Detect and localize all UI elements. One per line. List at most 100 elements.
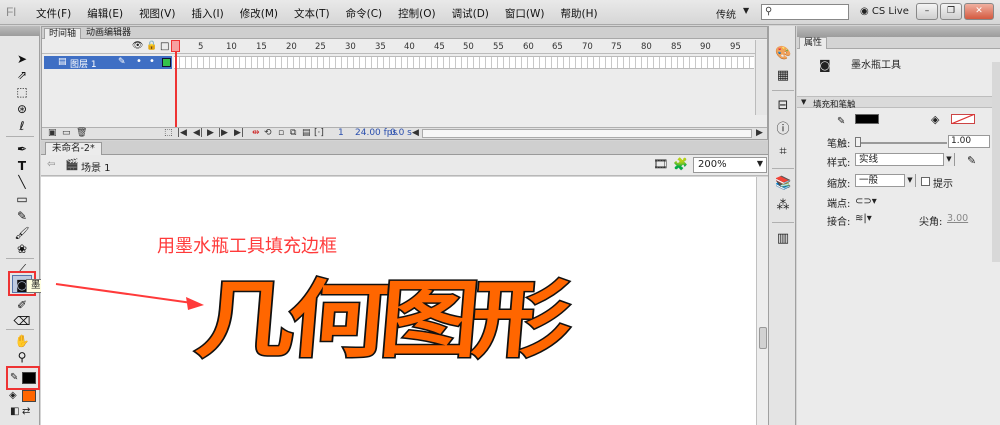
step-back-icon[interactable]: ◀| bbox=[193, 128, 203, 138]
stroke-style-dropdown[interactable]: 实线 ▼ bbox=[855, 153, 955, 166]
tab-properties[interactable]: 属性 bbox=[799, 37, 828, 49]
scroll-left-icon[interactable]: ◀ bbox=[412, 128, 419, 138]
outline-icon[interactable]: □ bbox=[160, 41, 169, 52]
pencil-tool-icon[interactable]: ✎ bbox=[12, 207, 32, 225]
go-to-first-frame-icon[interactable]: |◀ bbox=[177, 128, 187, 138]
edit-symbols-icon[interactable]: 🧩 bbox=[673, 157, 688, 171]
back-arrow-icon[interactable]: ⇦ bbox=[47, 159, 55, 170]
go-to-last-frame-icon[interactable]: ▶| bbox=[234, 128, 244, 138]
hint-checkbox[interactable] bbox=[921, 177, 930, 186]
menu-help[interactable]: 帮助(H) bbox=[560, 6, 597, 21]
loop-icon[interactable]: ⟲ bbox=[264, 128, 272, 138]
edit-stroke-style-icon[interactable]: ✎ bbox=[967, 154, 976, 167]
stage-scroll-thumb[interactable] bbox=[759, 327, 767, 349]
properties-tab-bar: 属性 bbox=[797, 37, 1000, 49]
menu-window[interactable]: 窗口(W) bbox=[505, 6, 545, 21]
menu-text[interactable]: 文本(T) bbox=[294, 6, 330, 21]
scale-dropdown[interactable]: 一般 ▼ bbox=[855, 174, 916, 187]
info-icon[interactable]: ⓘ bbox=[775, 122, 791, 138]
color-palette-icon[interactable]: 🎨 bbox=[775, 46, 791, 62]
stroke-size-slider-handle[interactable] bbox=[855, 137, 861, 147]
stage-vertical-scrollbar[interactable] bbox=[756, 177, 768, 425]
3d-rotation-tool-icon[interactable]: ⊛ bbox=[12, 100, 32, 118]
lock-icon[interactable]: 🔒 bbox=[146, 41, 157, 51]
eraser-tool-icon[interactable]: ⌫ bbox=[12, 312, 32, 330]
minimize-button[interactable]: – bbox=[916, 3, 938, 20]
edit-multiple-frames-icon[interactable]: ▤ bbox=[302, 128, 311, 138]
layer-outline-color[interactable] bbox=[162, 58, 171, 67]
onion-skin-outlines-icon[interactable]: ⧉ bbox=[290, 128, 296, 138]
tab-timeline[interactable]: 时间轴 bbox=[44, 28, 82, 39]
timeline-vertical-scrollbar[interactable] bbox=[755, 40, 767, 115]
pen-tool-icon[interactable]: ✒ bbox=[12, 140, 32, 158]
zoom-tool-icon[interactable]: ⚲ bbox=[12, 348, 32, 366]
edit-scene-icon[interactable]: 🎞 bbox=[653, 157, 668, 171]
onion-skin-icon[interactable]: ▫ bbox=[278, 128, 284, 138]
playhead-handle[interactable] bbox=[171, 40, 180, 52]
menu-modify[interactable]: 修改(M) bbox=[240, 6, 278, 21]
cs-live-button[interactable]: ◉ CS Live bbox=[860, 6, 909, 17]
current-frame-value[interactable]: 1 bbox=[338, 128, 344, 138]
default-colors-icon[interactable]: ◧ bbox=[10, 406, 19, 417]
cap-style-dropdown[interactable]: ⊂⊃▾ bbox=[855, 196, 877, 207]
properties-scrollbar[interactable] bbox=[992, 62, 1000, 262]
scroll-to-playhead-icon[interactable]: ⬚ bbox=[164, 128, 173, 138]
layer-row[interactable]: ▤ 图层 1 ✎ • • bbox=[44, 56, 172, 70]
play-icon[interactable]: ▶ bbox=[207, 128, 214, 138]
timeline-horizontal-scrollbar[interactable] bbox=[422, 129, 752, 138]
scale-value: 一般 bbox=[859, 175, 879, 186]
menu-insert[interactable]: 插入(I) bbox=[191, 6, 223, 21]
workspace-switcher[interactable]: 传统 bbox=[716, 6, 736, 21]
scroll-right-icon[interactable]: ▶ bbox=[756, 128, 763, 138]
subselection-tool-icon[interactable]: ⇗ bbox=[12, 66, 32, 84]
align-icon[interactable]: ⊟ bbox=[775, 98, 791, 114]
center-frame-icon[interactable]: ⇹ bbox=[252, 128, 260, 138]
document-tab[interactable]: 未命名-2* bbox=[45, 142, 102, 155]
components-icon[interactable]: ⁂ bbox=[775, 198, 791, 214]
lock-dot-icon[interactable]: • bbox=[149, 56, 155, 67]
menu-control[interactable]: 控制(O) bbox=[398, 6, 435, 21]
menu-view[interactable]: 视图(V) bbox=[139, 6, 175, 21]
menu-debug[interactable]: 调试(D) bbox=[452, 6, 489, 21]
step-forward-icon[interactable]: |▶ bbox=[218, 128, 228, 138]
rectangle-tool-icon[interactable]: ▭ bbox=[12, 190, 32, 208]
menu-edit[interactable]: 编辑(E) bbox=[87, 6, 123, 21]
restore-button[interactable]: ❐ bbox=[940, 3, 962, 20]
menu-commands[interactable]: 命令(C) bbox=[346, 6, 383, 21]
modify-markers-icon[interactable]: [·] bbox=[314, 128, 324, 138]
playhead[interactable] bbox=[175, 40, 177, 127]
help-search-input[interactable]: ⚲ bbox=[761, 4, 849, 20]
swatches-icon[interactable]: ▦ bbox=[775, 68, 791, 84]
new-layer-icon[interactable]: ▣ bbox=[48, 128, 57, 138]
visibility-dot-icon[interactable]: • bbox=[136, 56, 142, 67]
chevron-down-icon[interactable]: ▼ bbox=[743, 6, 749, 15]
line-tool-icon[interactable]: ╲ bbox=[12, 173, 32, 191]
deco-tool-icon[interactable]: ❀ bbox=[12, 240, 32, 258]
eye-icon[interactable]: 👁 bbox=[132, 41, 143, 51]
layer-icon: ▤ bbox=[58, 57, 67, 67]
stroke-size-input[interactable]: 1.00 bbox=[948, 135, 990, 148]
transform-icon[interactable]: ⌗ bbox=[775, 144, 791, 160]
frame-ruler[interactable]: 👁 🔒 □ 1 5 10 15 20 25 30 35 40 45 50 55 … bbox=[42, 40, 767, 54]
zoom-dropdown[interactable]: 200% ▼ bbox=[693, 157, 767, 173]
stroke-size-slider[interactable] bbox=[855, 142, 947, 144]
library-icon[interactable]: 📚 bbox=[775, 176, 791, 192]
frames-grid[interactable] bbox=[174, 56, 754, 69]
motion-presets-icon[interactable]: ▥ bbox=[775, 231, 791, 247]
free-transform-tool-icon[interactable]: ⬚ bbox=[12, 83, 32, 101]
fill-stroke-section-header[interactable]: ▼ 填充和笔触 bbox=[797, 96, 992, 110]
stroke-color-swatch[interactable] bbox=[855, 114, 879, 124]
menu-file[interactable]: 文件(F) bbox=[36, 6, 71, 21]
delete-layer-icon[interactable]: 🗑 bbox=[76, 128, 87, 138]
lasso-tool-icon[interactable]: ℓ bbox=[12, 117, 32, 135]
layer-name[interactable]: 图层 1 bbox=[70, 57, 97, 70]
close-button[interactable]: ✕ bbox=[964, 3, 994, 20]
join-style-dropdown[interactable]: ≋|▾ bbox=[855, 213, 872, 224]
shape-text-graphic[interactable]: 几何图形 bbox=[190, 269, 570, 370]
swap-colors-icon[interactable]: ⇄ bbox=[22, 406, 30, 417]
fill-color-swatch[interactable] bbox=[22, 390, 36, 402]
miter-value[interactable]: 3.00 bbox=[947, 213, 968, 224]
tab-motion-editor[interactable]: 动画编辑器 bbox=[82, 28, 135, 39]
new-folder-icon[interactable]: ▭ bbox=[62, 128, 71, 138]
frame-number: 25 bbox=[315, 42, 326, 52]
